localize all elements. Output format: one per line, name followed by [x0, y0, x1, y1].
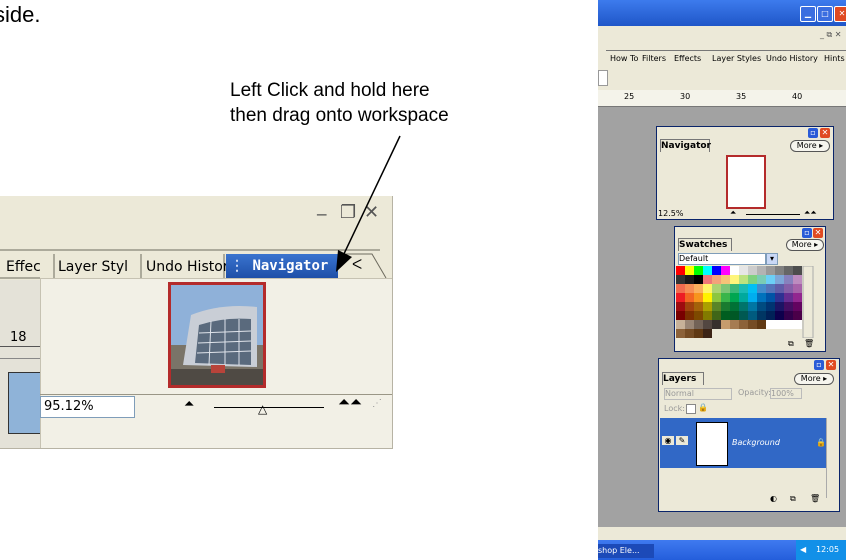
lock-label: Lock:: [664, 404, 685, 413]
palette-close-icon[interactable]: ✕: [813, 228, 823, 238]
layer-lock-icon: 🔒: [816, 438, 826, 447]
navigator-more-button[interactable]: More ▸: [790, 140, 830, 152]
swatch-row-4: [676, 293, 802, 302]
layers-tab[interactable]: Layers: [662, 372, 704, 385]
palette-minimize-icon[interactable]: ▫: [814, 360, 824, 370]
layer-name[interactable]: Background: [732, 438, 780, 447]
tray-icon[interactable]: ◀: [800, 545, 806, 554]
maximize-icon[interactable]: □: [817, 6, 833, 22]
swatch-preset-select[interactable]: Default: [678, 253, 766, 265]
lock-icon[interactable]: 🔒: [698, 403, 708, 412]
swatch-row-3: [676, 284, 802, 293]
swatches-tab[interactable]: Swatches: [678, 238, 732, 251]
dropdown-arrow-icon[interactable]: ▾: [766, 253, 778, 265]
swatch-row-2: [676, 275, 802, 284]
close-icon[interactable]: ✕: [834, 6, 846, 22]
swatch-row-8: [676, 329, 712, 338]
clock: 12:05: [816, 545, 840, 554]
layers-scrollbar[interactable]: [826, 418, 837, 498]
blend-mode-select[interactable]: Normal: [664, 388, 732, 400]
ruler-number: 25: [624, 92, 635, 101]
new-layer-icon[interactable]: ⧉: [790, 494, 796, 504]
adjustment-layer-icon[interactable]: ◐: [770, 494, 777, 503]
ruler-number: 30: [680, 92, 691, 101]
tab-layer-styles[interactable]: Layer Styles: [712, 54, 761, 63]
trash-icon[interactable]: 🗑: [804, 339, 814, 348]
swatch-scrollbar[interactable]: [802, 266, 814, 338]
swatch-row-6: [676, 311, 802, 320]
options-field[interactable]: [598, 70, 608, 86]
tab-how-to[interactable]: How To: [610, 54, 638, 63]
swatch-row-7: [676, 320, 802, 329]
palette-minimize-icon[interactable]: ▫: [808, 128, 818, 138]
swatch-grid[interactable]: [676, 266, 814, 338]
ruler-number: 40: [792, 92, 803, 101]
eye-icon[interactable]: ◉: [662, 436, 674, 445]
swatch-row-5: [676, 302, 802, 311]
minimize-icon[interactable]: ▁: [800, 6, 816, 22]
more-label: More: [800, 374, 821, 383]
navigator-thumbnail[interactable]: [726, 155, 766, 209]
palette-minimize-icon[interactable]: ▫: [802, 228, 812, 238]
zoom-slider-track[interactable]: [746, 214, 800, 215]
taskbar-app-button[interactable]: shop Ele...: [598, 544, 654, 558]
zoom-out-icon[interactable]: ⏶: [730, 208, 736, 218]
opacity-field[interactable]: 100%: [770, 388, 802, 399]
new-swatch-icon[interactable]: ⧉: [788, 339, 794, 349]
layer-thumbnail: [696, 422, 728, 466]
tab-hints[interactable]: Hints: [824, 54, 845, 63]
tab-undo-history[interactable]: Undo History: [766, 54, 818, 63]
palette-close-icon[interactable]: ✕: [826, 360, 836, 370]
swatch-row-1: [676, 266, 802, 275]
layers-more-button[interactable]: More ▸: [794, 373, 834, 385]
lock-transparency-checkbox[interactable]: [686, 404, 696, 414]
tab-effects[interactable]: Effects: [674, 54, 701, 63]
palette-close-icon[interactable]: ✕: [820, 128, 830, 138]
ruler: [598, 90, 846, 107]
status-bar: [598, 527, 846, 539]
swatches-more-button[interactable]: More ▸: [786, 239, 824, 251]
opacity-label: Opacity:: [738, 388, 771, 397]
more-label: More: [791, 240, 812, 249]
navigator-tab[interactable]: Navigator: [660, 139, 711, 152]
more-label: More: [796, 141, 817, 150]
trash-icon[interactable]: 🗑: [810, 494, 820, 503]
preset-label: Default: [679, 254, 709, 263]
doc-window-controls[interactable]: _ ⧉ ✕: [820, 30, 842, 40]
brush-icon[interactable]: ✎: [676, 436, 688, 445]
photoshop-elements-window: ▁ □ ✕ _ ⧉ ✕ How To Filters Effects Layer…: [598, 0, 846, 560]
ruler-number: 35: [736, 92, 747, 101]
navigator-zoom-value[interactable]: 12.5%: [658, 209, 683, 218]
tab-filters[interactable]: Filters: [642, 54, 666, 63]
zoom-in-icon[interactable]: ⏶⏶: [804, 208, 817, 218]
